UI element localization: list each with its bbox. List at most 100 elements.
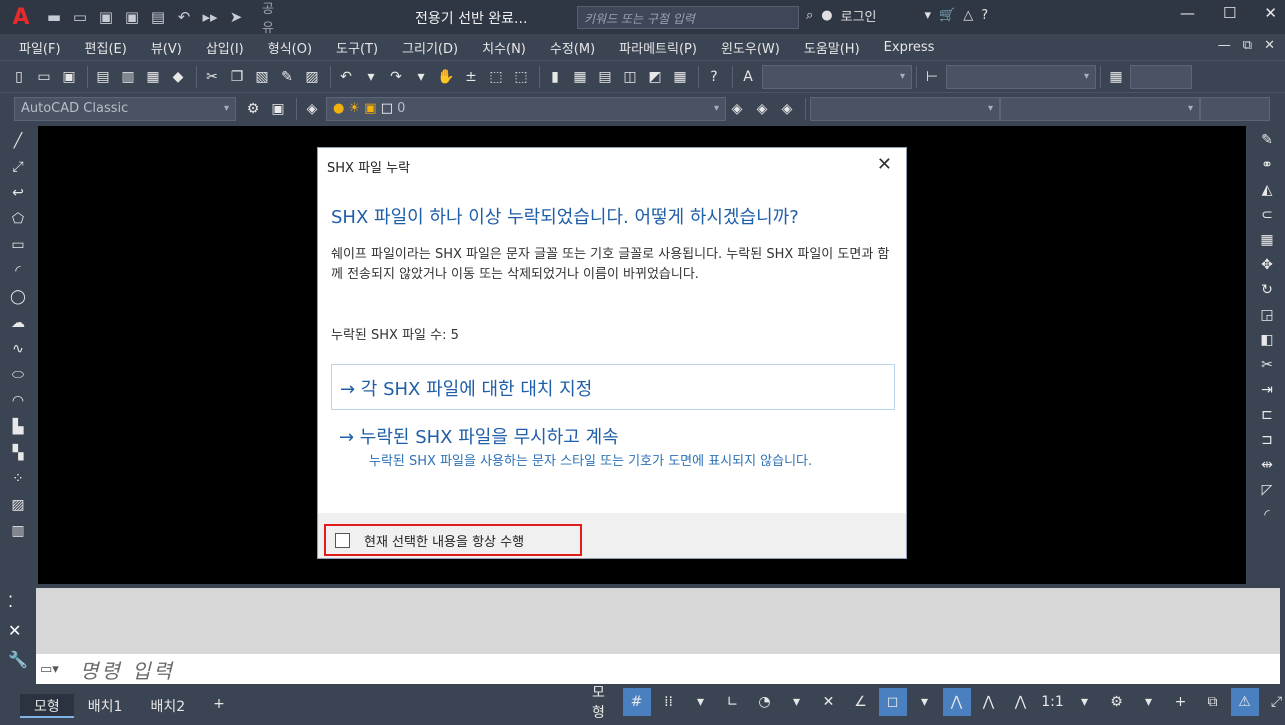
cut-icon[interactable]: ✂ <box>201 66 223 88</box>
search-input[interactable]: 키워드 또는 구절 입력 <box>577 6 799 29</box>
help-icon[interactable]: ? <box>703 66 725 88</box>
polygon-icon[interactable]: ⬠ <box>7 208 29 230</box>
circle-icon[interactable]: ◯ <box>7 286 29 308</box>
layer-previous-icon[interactable]: ◈ <box>751 98 773 120</box>
doc-close-icon[interactable]: ✕ <box>1264 38 1275 53</box>
menu-item-4[interactable]: 형식(O) <box>256 38 324 57</box>
3d-print-icon[interactable]: ◆ <box>167 66 189 88</box>
dim-style-icon[interactable]: ⊢ <box>921 66 943 88</box>
calculator-icon[interactable]: ▦ <box>669 66 691 88</box>
isolate-objects-icon[interactable]: ⧉ <box>1199 688 1227 716</box>
open-icon[interactable]: ▭ <box>70 8 90 26</box>
tool-palettes-icon[interactable]: ▤ <box>594 66 616 88</box>
markup-icon[interactable]: ◩ <box>644 66 666 88</box>
ellipse-arc-icon[interactable]: ◠ <box>7 390 29 412</box>
help-icon[interactable]: ? <box>981 8 988 23</box>
polar-icon[interactable]: ◔ <box>751 688 779 716</box>
autodesk-icon[interactable]: △ <box>963 8 973 23</box>
polyline-icon[interactable]: ↩ <box>7 182 29 204</box>
gradient-icon[interactable]: ▥ <box>7 520 29 542</box>
spline-icon[interactable]: ∿ <box>7 338 29 360</box>
snap-icon[interactable]: ⁞⁞ <box>655 688 683 716</box>
maximize-icon[interactable]: ☐ <box>1223 4 1236 22</box>
dropdown-icon[interactable]: ▾ <box>925 8 932 23</box>
make-current-layer-icon[interactable]: ◈ <box>726 98 748 120</box>
menu-item-6[interactable]: 그리기(D) <box>390 38 470 57</box>
osnap-icon[interactable]: ◻ <box>878 688 907 716</box>
menu-item-7[interactable]: 치수(N) <box>470 38 538 57</box>
paste-icon[interactable]: ▧ <box>251 66 273 88</box>
construction-line-icon[interactable]: ⤢ <box>7 156 29 178</box>
properties-icon[interactable]: ▮ <box>544 66 566 88</box>
customize-icon[interactable]: ▣ <box>267 98 289 120</box>
extend-icon[interactable]: ⇥ <box>1256 379 1278 401</box>
rotate-icon[interactable]: ↻ <box>1256 279 1278 301</box>
tab-layout2[interactable]: 배치2 <box>136 694 199 718</box>
line-icon[interactable]: ╱ <box>7 130 29 152</box>
dim-style-combo[interactable]: ▾ <box>946 64 1096 89</box>
menu-item-0[interactable]: 파일(F) <box>0 38 73 57</box>
always-do-label[interactable]: 현재 선택한 내용을 항상 수행 <box>364 531 524 550</box>
auto-scale-icon[interactable]: ⋀ <box>975 688 1003 716</box>
menu-item-3[interactable]: 삽입(I) <box>194 38 256 57</box>
menu-item-1[interactable]: 편집(E) <box>73 38 139 57</box>
undo-dropdown-icon[interactable]: ▾ <box>360 66 382 88</box>
tab-model[interactable]: 모형 <box>20 693 74 718</box>
print-icon[interactable]: ▤ <box>92 66 114 88</box>
design-center-icon[interactable]: ▦ <box>569 66 591 88</box>
array-icon[interactable]: ▦ <box>1256 229 1278 251</box>
grip-icon[interactable]: ⁚ <box>8 592 28 611</box>
save-icon[interactable]: ▣ <box>96 8 116 26</box>
wrench-icon[interactable]: 🔧 <box>8 650 28 669</box>
annotation-scale-icon[interactable]: ⋀ <box>1007 688 1035 716</box>
mirror-icon[interactable]: ◭ <box>1256 179 1278 201</box>
point-icon[interactable]: ⁘ <box>7 468 29 490</box>
saveas-icon[interactable]: ▣ <box>122 8 142 26</box>
plot-icon[interactable]: ▤ <box>148 8 168 26</box>
ignore-option-label[interactable]: → 누락된 SHX 파일을 무시하고 계속 <box>331 423 895 449</box>
scale-value[interactable]: 1:1 <box>1039 688 1067 716</box>
break-at-point-icon[interactable]: ⊏ <box>1256 404 1278 426</box>
annotation-monitor-icon[interactable]: + <box>1167 688 1195 716</box>
scale-dropdown-icon[interactable]: ▾ <box>1071 688 1099 716</box>
break-icon[interactable]: ⊐ <box>1256 429 1278 451</box>
hardware-accel-icon[interactable]: ⚠ <box>1230 688 1259 716</box>
insert-block-icon[interactable]: ▙ <box>7 416 29 438</box>
table-style-icon[interactable]: ▦ <box>1105 66 1127 88</box>
linetype-combo[interactable]: ▾ <box>1000 96 1200 121</box>
ellipse-icon[interactable]: ⬭ <box>7 364 29 386</box>
menu-item-9[interactable]: 파라메트릭(P) <box>607 38 709 57</box>
cart-icon[interactable]: 🛒 <box>939 8 955 23</box>
workspace-dropdown-icon[interactable]: ▾ <box>1135 688 1163 716</box>
search-icon[interactable]: ⌕ <box>806 8 813 23</box>
undo-icon[interactable]: ↶ <box>335 66 357 88</box>
workspace-combo[interactable]: AutoCAD Classic ▾ <box>14 96 236 121</box>
fillet-icon[interactable]: ◜ <box>1256 504 1278 526</box>
add-layout-icon[interactable]: + <box>199 694 239 718</box>
zoom-realtime-icon[interactable]: ± <box>460 66 482 88</box>
annotation-visibility-icon[interactable]: ⋀ <box>942 688 971 716</box>
sheet-set-icon[interactable]: ◫ <box>619 66 641 88</box>
lineweight-combo[interactable] <box>1200 96 1270 121</box>
tab-layout1[interactable]: 배치1 <box>74 694 137 718</box>
snap-dropdown-icon[interactable]: ▾ <box>687 688 715 716</box>
layer-state-icon[interactable]: ◈ <box>776 98 798 120</box>
share-label[interactable]: 공유 <box>258 0 278 36</box>
new-icon[interactable]: ▬ <box>44 8 64 26</box>
pan-icon[interactable]: ✋ <box>435 66 457 88</box>
ignore-missing-option[interactable]: → 누락된 SHX 파일을 무시하고 계속 누락된 SHX 파일을 사용하는 문… <box>331 423 895 471</box>
ortho-icon[interactable]: ∟ <box>719 688 747 716</box>
redo-icon[interactable]: ▸▸ <box>200 8 220 26</box>
polar-dropdown-icon[interactable]: ▾ <box>783 688 811 716</box>
grid-icon[interactable]: # <box>622 688 651 716</box>
block-editor-icon[interactable]: ▨ <box>301 66 323 88</box>
match-prop-icon[interactable]: ✎ <box>276 66 298 88</box>
undo-icon[interactable]: ↶ <box>174 8 194 26</box>
command-prompt-icon[interactable]: ▭▾ <box>40 662 80 677</box>
menu-item-11[interactable]: 도움말(H) <box>792 38 872 57</box>
menu-item-2[interactable]: 뷰(V) <box>139 38 194 57</box>
new-icon[interactable]: ▯ <box>8 66 30 88</box>
redo-icon[interactable]: ↷ <box>385 66 407 88</box>
copy-icon[interactable]: ❐ <box>226 66 248 88</box>
menu-item-10[interactable]: 윈도우(W) <box>709 38 792 57</box>
